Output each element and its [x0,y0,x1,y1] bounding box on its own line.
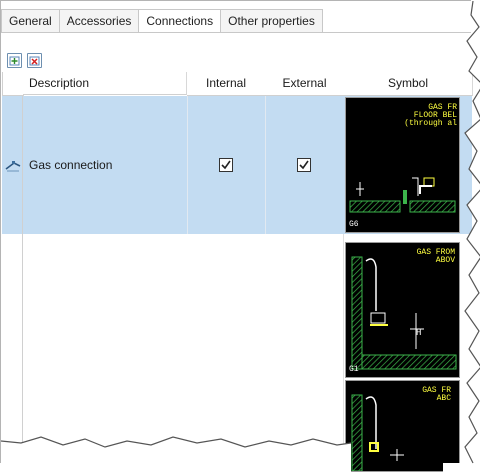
torn-bottom-decoration [1,436,352,473]
tab-divider [1,32,471,33]
description-text: Gas connection [29,158,113,172]
torn-edge-decoration [443,1,480,473]
external-checkbox[interactable] [297,158,311,172]
symbol-code: G6 [349,220,359,229]
external-cell [265,96,345,234]
properties-panel: General Accessories Connections Other pr… [0,0,480,473]
connections-table: Description Internal External Symbol Gas… [2,72,473,472]
tab-other-properties[interactable]: Other properties [220,9,323,33]
row-header[interactable] [2,96,23,234]
tab-accessories[interactable]: Accessories [58,9,139,33]
tab-general[interactable]: General [1,9,59,33]
tab-bar: General Accessories Connections Other pr… [1,9,323,33]
add-row-icon [9,56,20,66]
row-header-corner [2,72,24,96]
gas-connection-icon [5,161,21,172]
checkmark-icon [299,160,309,170]
checkmark-icon [221,160,231,170]
description-cell[interactable]: Gas connection [23,96,188,234]
column-header-internal[interactable]: Internal [187,72,266,96]
add-row-button[interactable] [7,53,22,68]
symbol-code: G1 [349,365,359,374]
delete-row-button[interactable] [27,53,42,68]
internal-checkbox[interactable] [219,158,233,172]
column-header-external[interactable]: External [265,72,345,96]
delete-row-icon [29,56,40,66]
svg-text:H: H [416,328,421,338]
column-divider [343,234,344,463]
internal-cell [187,96,266,234]
column-header-description[interactable]: Description [23,72,187,95]
tab-connections[interactable]: Connections [138,9,221,33]
